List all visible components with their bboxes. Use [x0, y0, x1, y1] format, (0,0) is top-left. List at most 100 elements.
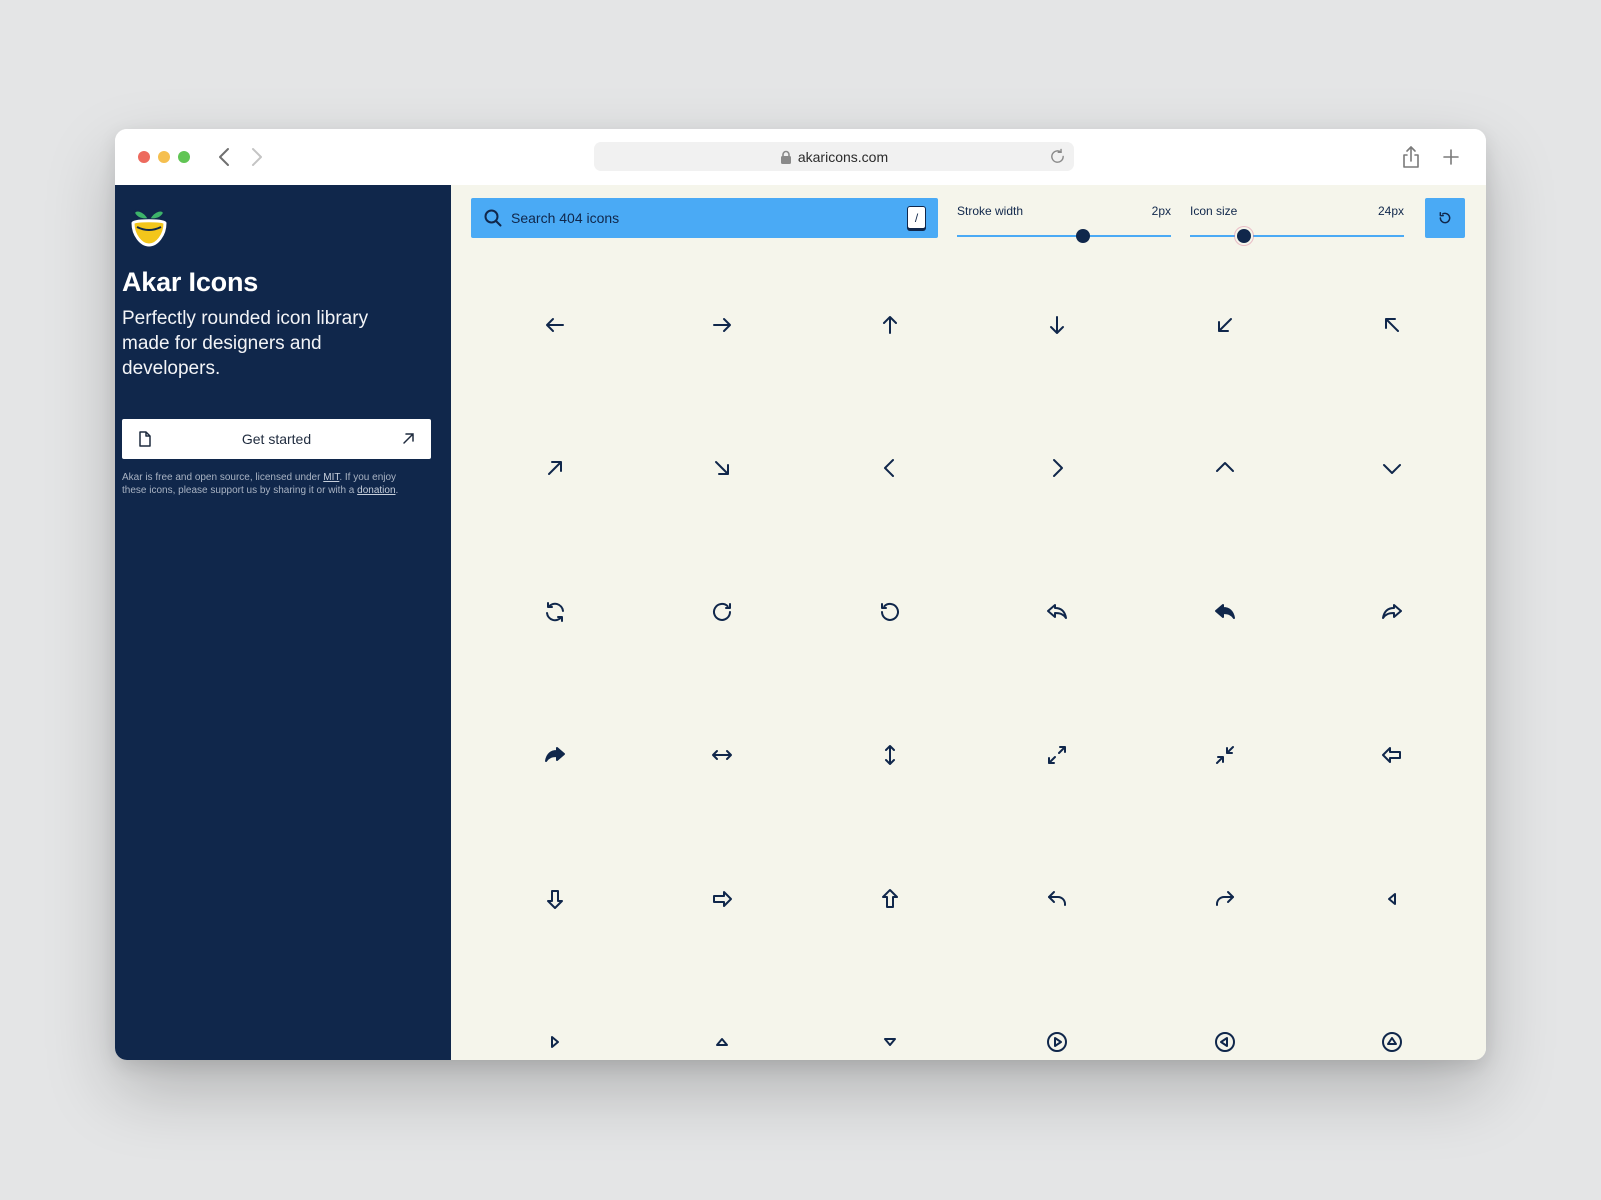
- arrow-forward-thick-fill-icon: [544, 747, 565, 763]
- reset-icon: [1439, 212, 1451, 224]
- brand-tagline: Perfectly rounded icon library made for …: [122, 308, 369, 379]
- search-input[interactable]: Search 404 icons /: [471, 198, 938, 238]
- arrow-left-thick-icon: [1382, 747, 1402, 764]
- arrow-up-thick-icon: [881, 888, 898, 908]
- icon-browser: Search 404 icons / Stroke width 2px Icon…: [451, 185, 1486, 1060]
- icon-tile[interactable]: [974, 253, 1142, 397]
- icon-tile[interactable]: [1309, 540, 1477, 684]
- icon-tile[interactable]: [974, 540, 1142, 684]
- icon-tile[interactable]: [639, 540, 807, 684]
- icon-tile[interactable]: [806, 253, 974, 397]
- reload-icon[interactable]: [1049, 148, 1066, 165]
- new-tab-icon[interactable]: [1440, 145, 1462, 169]
- stroke-width-label: Stroke width: [957, 204, 1024, 218]
- icon-tile[interactable]: [806, 397, 974, 541]
- icon-tile[interactable]: [974, 971, 1142, 1061]
- circle-triangle-up-icon: [1382, 1032, 1403, 1053]
- sidebar: Akar Icons Perfectly rounded icon librar…: [115, 185, 451, 1060]
- arrow-forward-icon: [1215, 890, 1234, 906]
- icon-tile[interactable]: [806, 540, 974, 684]
- icon-tile[interactable]: [471, 253, 639, 397]
- icon-tile[interactable]: [974, 827, 1142, 971]
- chevron-up-icon: [1215, 462, 1234, 473]
- back-icon[interactable]: [213, 145, 237, 169]
- close-window-button[interactable]: [138, 151, 150, 163]
- stroke-width-thumb[interactable]: [1076, 229, 1091, 243]
- icon-tile[interactable]: [639, 971, 807, 1061]
- icon-tile[interactable]: [471, 684, 639, 828]
- icon-tile[interactable]: [639, 684, 807, 828]
- icon-tile[interactable]: [1141, 540, 1309, 684]
- icon-tile[interactable]: [639, 827, 807, 971]
- get-started-label: Get started: [241, 431, 312, 447]
- icon-tile[interactable]: [1141, 827, 1309, 971]
- icon-tile[interactable]: [806, 827, 974, 971]
- forward-icon[interactable]: [244, 145, 268, 169]
- arrow-down-left-icon: [1217, 317, 1232, 332]
- icon-size-slider[interactable]: Icon size 24px: [1190, 204, 1404, 243]
- icon-tile[interactable]: [471, 397, 639, 541]
- share-icon[interactable]: [1400, 145, 1422, 169]
- arrow-forward-thick-icon: [1382, 603, 1403, 619]
- icon-size-thumb[interactable]: [1236, 229, 1251, 243]
- icon-size-label: Icon size: [1190, 204, 1238, 218]
- document-icon: [139, 431, 151, 447]
- icon-tile[interactable]: [1309, 971, 1477, 1061]
- icon-grid: [471, 253, 1476, 1060]
- icon-tile[interactable]: [974, 684, 1142, 828]
- minimize-window-button[interactable]: [158, 151, 170, 163]
- arrow-up-right-icon: [547, 461, 562, 476]
- reset-button[interactable]: [1425, 198, 1465, 238]
- zoom-window-button[interactable]: [178, 151, 190, 163]
- icon-size-value: 24px: [1377, 204, 1404, 218]
- icon-size-track[interactable]: [1190, 235, 1404, 237]
- arrow-cycle-icon: [545, 601, 564, 622]
- arrow-back-thick-icon: [1047, 603, 1068, 619]
- reduce-icon: [1215, 746, 1234, 765]
- icon-tile[interactable]: [974, 397, 1142, 541]
- icon-tile[interactable]: [1309, 684, 1477, 828]
- stroke-width-track[interactable]: [957, 235, 1171, 237]
- search-icon: [484, 209, 502, 227]
- license-text: Akar is free and open source, licensed u…: [122, 472, 324, 483]
- icon-tile[interactable]: [1141, 971, 1309, 1061]
- icon-tile[interactable]: [1309, 827, 1477, 971]
- arrow-left-icon: [545, 317, 564, 332]
- icon-tile[interactable]: [1141, 253, 1309, 397]
- stroke-width-slider[interactable]: Stroke width 2px: [957, 204, 1171, 243]
- arrow-clockwise-icon: [713, 602, 732, 621]
- arrow-up-left-icon: [1385, 317, 1400, 332]
- circle-triangle-left-icon: [1214, 1032, 1235, 1053]
- icon-tile[interactable]: [471, 971, 639, 1061]
- get-started-button[interactable]: Get started: [122, 419, 431, 459]
- search-shortcut-key: /: [907, 206, 926, 229]
- arrow-right-thick-icon: [713, 890, 733, 907]
- donation-link[interactable]: donation: [357, 485, 395, 496]
- icon-tile[interactable]: [806, 684, 974, 828]
- license-text-end: .: [395, 485, 399, 496]
- lock-icon: [780, 150, 791, 164]
- icon-tile[interactable]: [1309, 253, 1477, 397]
- chevron-down-icon: [1383, 464, 1402, 475]
- circle-triangle-right-icon: [1047, 1032, 1068, 1053]
- icon-tile[interactable]: [639, 397, 807, 541]
- browser-titlebar: akaricons.com: [115, 129, 1486, 185]
- icon-tile[interactable]: [1309, 397, 1477, 541]
- icon-tile[interactable]: [471, 540, 639, 684]
- icon-tile[interactable]: [1141, 684, 1309, 828]
- icon-tile[interactable]: [806, 971, 974, 1061]
- triangle-up-icon: [716, 1038, 729, 1047]
- arrow-up-icon: [882, 315, 897, 334]
- icon-tile[interactable]: [639, 253, 807, 397]
- arrow-left-right-icon: [712, 750, 733, 761]
- enlarge-icon: [1048, 746, 1067, 765]
- address-bar[interactable]: akaricons.com: [594, 142, 1074, 171]
- icon-tile[interactable]: [1141, 397, 1309, 541]
- icon-tile[interactable]: [471, 827, 639, 971]
- arrow-back-thick-fill-icon: [1214, 603, 1235, 619]
- arrow-counter-clockwise-icon: [880, 602, 899, 621]
- mit-link[interactable]: MIT: [323, 472, 339, 483]
- search-placeholder: Search 404 icons: [511, 210, 620, 226]
- triangle-right-icon: [550, 1036, 559, 1049]
- arrow-down-thick-icon: [546, 889, 563, 909]
